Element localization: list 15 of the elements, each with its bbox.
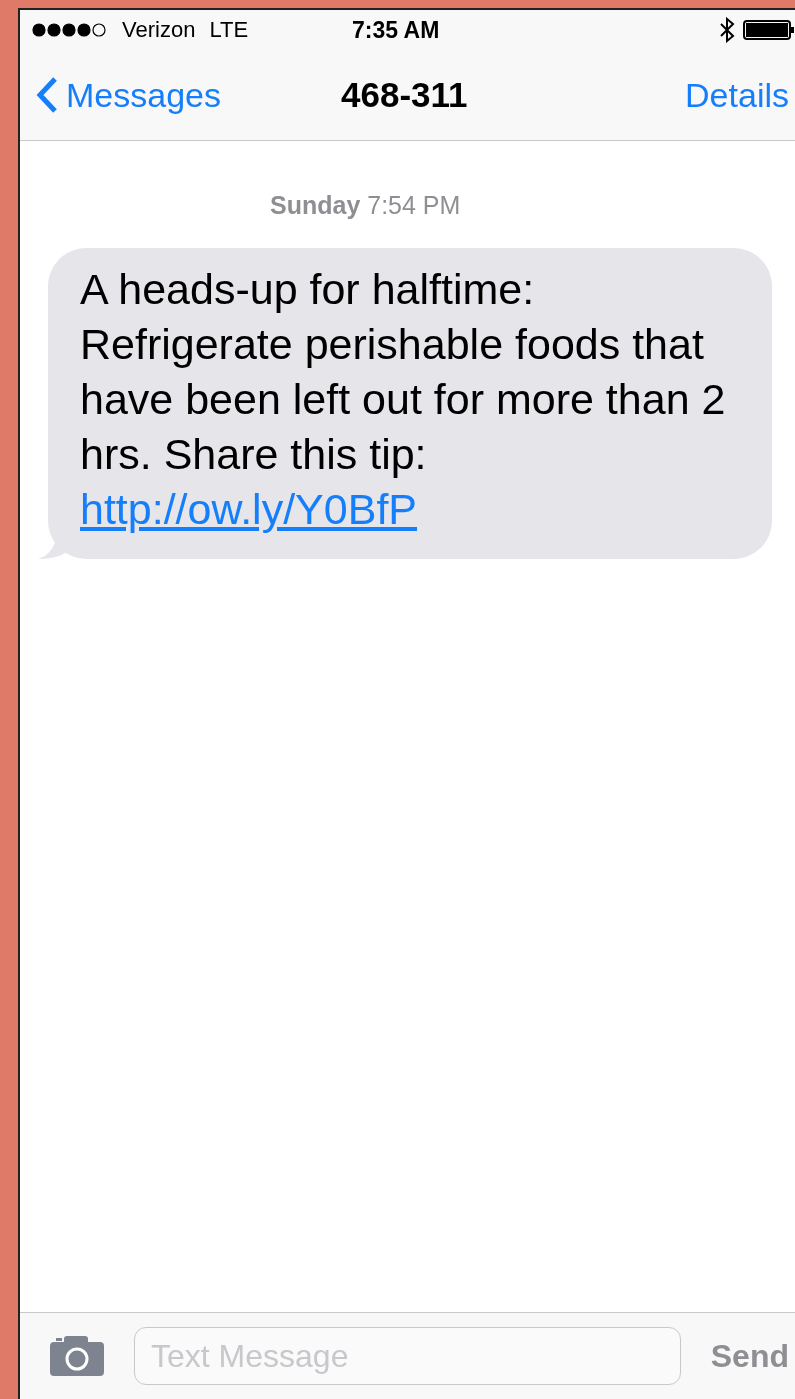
details-button[interactable]: Details <box>685 75 795 115</box>
send-button[interactable]: Send <box>710 1337 795 1375</box>
signal-icon <box>32 23 108 37</box>
status-time: 7:35 AM <box>352 16 441 44</box>
message-timestamp: Sunday 7:54 PM <box>270 191 461 220</box>
battery-icon <box>743 19 795 41</box>
message-text: A heads-up for halftime: Refrigerate perishable foods that have been left out for more than 2 hrs. Share this tip: http://ow.ly/Y0BfP <box>80 264 727 535</box>
network-type: LTE <box>209 17 249 43</box>
conversation-title: 468-311 <box>341 75 469 115</box>
chevron-icon <box>36 76 58 114</box>
back-button[interactable]: Messages <box>36 75 341 115</box>
carrier-name: Verizon <box>122 17 196 43</box>
bluetooth-icon <box>719 17 735 43</box>
message-link[interactable]: http://ow.ly/Y0BfP <box>80 485 417 533</box>
camera-icon[interactable] <box>50 1336 104 1376</box>
